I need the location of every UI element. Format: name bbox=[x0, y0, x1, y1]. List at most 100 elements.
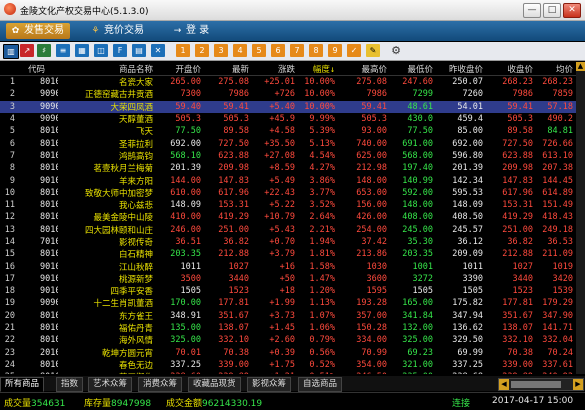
table-row[interactable]: 14 701001 影视传奇 36.51 36.82 +0.70 1.94% 37.42 35.… bbox=[0, 236, 576, 248]
code-cell: 801025 bbox=[40, 359, 58, 370]
tab-art-crowdfunding[interactable]: 艺术众筹 bbox=[88, 377, 133, 392]
scroll-left-arrow-icon[interactable]: ◀ bbox=[499, 379, 509, 390]
tab-all-products[interactable]: 所有商品 bbox=[0, 377, 45, 392]
col-index[interactable] bbox=[0, 62, 18, 76]
table-icon[interactable]: ▦ bbox=[75, 44, 89, 57]
change-cell: +1.21 bbox=[252, 371, 298, 374]
sort6-icon[interactable]: 6 bbox=[271, 44, 285, 57]
trend-icon[interactable]: ↗ bbox=[20, 44, 34, 57]
avg-cell: 211.09 bbox=[542, 249, 573, 260]
col-high[interactable]: 最高价 bbox=[338, 62, 390, 76]
x-icon[interactable]: ✕ bbox=[151, 44, 165, 57]
sort9-icon[interactable]: 9 bbox=[328, 44, 342, 57]
table-row[interactable]: 24 801025 春色无边 337.25 339.00 +1.75 0.52% 354.00… bbox=[0, 359, 576, 371]
sort3-icon[interactable]: 3 bbox=[214, 44, 228, 57]
col-name[interactable]: 商品名称 bbox=[58, 62, 156, 76]
tab-bidding-trading[interactable]: ⚘ 竞价交易 bbox=[86, 23, 150, 39]
scroll-thumb[interactable] bbox=[511, 381, 561, 388]
sort1-icon[interactable]: 1 bbox=[176, 44, 190, 57]
table-row[interactable]: 10 801008 致敬大师中加密梦 610.00 617.96 +22.43 3.77% 6… bbox=[0, 187, 576, 199]
table-row[interactable]: 4 909002 天醇董酒 505.3 505.3 +45.9 9.99% 505.3 430.… bbox=[0, 113, 576, 125]
table-row[interactable]: 18 901001 四季平安香 1505 1523 +18 1.20% 1595 1505 150… bbox=[0, 285, 576, 297]
sort7-icon[interactable]: 7 bbox=[290, 44, 304, 57]
maximize-button[interactable]: □ bbox=[543, 3, 561, 18]
kline-icon[interactable]: ▥ bbox=[3, 44, 19, 59]
sort8-icon[interactable]: 8 bbox=[309, 44, 323, 57]
tick-icon[interactable]: ♯ bbox=[37, 44, 51, 57]
tab-watchlist[interactable]: 自选商品 bbox=[298, 377, 343, 392]
table-row[interactable]: 12 801007 最美金陵中山陵 410.00 419.29 +10.79 2.64% 42… bbox=[0, 211, 576, 223]
change-cell: +2.60 bbox=[269, 335, 295, 346]
table-row[interactable]: 17 901015 桃源新梦 3500 3440 +50 1.47% 3600 3272 3390… bbox=[0, 273, 576, 285]
low-cell: 1001 bbox=[412, 261, 433, 272]
table-row[interactable]: 6 801018 圣菲拉利 692.00 727.50 +35.50 5.13% 740.00… bbox=[0, 137, 576, 150]
check-icon[interactable]: ✓ bbox=[347, 44, 361, 57]
tab-film-crowdfunding[interactable]: 影视众筹 bbox=[247, 377, 292, 392]
tab-primary-trading[interactable]: ✿ 发售交易 bbox=[6, 23, 70, 39]
table-row[interactable]: 7 801021 鸿鹄高钧 568.10 623.88 +27.08 4.54% 625.00… bbox=[0, 150, 576, 162]
close-cell: 1523 bbox=[512, 286, 533, 297]
edit-icon[interactable]: ✎ bbox=[366, 44, 380, 57]
pct-cell: 3.86% bbox=[309, 175, 335, 186]
pct-cell: 5.39% bbox=[309, 126, 335, 137]
col-last[interactable]: 最新 bbox=[204, 62, 252, 76]
change-cell: +27.08 bbox=[264, 150, 295, 161]
vertical-scrollbar[interactable]: ▲ bbox=[576, 62, 585, 374]
list-icon[interactable]: ≡ bbox=[56, 44, 70, 57]
table-row[interactable]: 15 801031 白石精神 203.35 212.88 +3.79 1.81% 213.86… bbox=[0, 248, 576, 260]
scroll-right-arrow-icon[interactable]: ▶ bbox=[573, 379, 583, 390]
col-change[interactable]: 涨跌 bbox=[252, 62, 298, 76]
table-row[interactable]: 20 801002 东方雀王 348.91 351.67 +3.73 1.07% 357.00… bbox=[0, 310, 576, 322]
high-cell: 505.3 bbox=[361, 114, 387, 125]
table-row[interactable]: 21 801013 福佑丹青 135.00 138.07 +1.45 1.06% 150.28… bbox=[0, 322, 576, 334]
table-row[interactable]: 11 801009 我心兹悲 148.09 153.31 +5.22 3.52% 156.00… bbox=[0, 199, 576, 211]
chart-icon[interactable]: ▤ bbox=[132, 44, 146, 57]
row-index-cell: 14 bbox=[4, 237, 15, 247]
table-row[interactable]: 23 201004 乾坤方圆元宵 70.01 70.38 +0.39 0.56% 70.99 6… bbox=[0, 347, 576, 359]
table-row[interactable]: 8 801020 茗壹秋月兰梅菊 201.39 209.98 +8.59 4.27% 212.… bbox=[0, 162, 576, 174]
sort4-icon[interactable]: 4 bbox=[233, 44, 247, 57]
row-index-cell: 15 bbox=[4, 249, 15, 260]
sort2-icon[interactable]: 2 bbox=[195, 44, 209, 57]
close-button[interactable]: ✕ bbox=[563, 3, 581, 18]
col-low[interactable]: 最低价 bbox=[390, 62, 436, 76]
table-row[interactable]: 5 801004 飞天 77.50 89.58 +4.58 5.39% 93.00 77.50 8… bbox=[0, 125, 576, 137]
col-prev-close[interactable]: 昨收盘价 bbox=[436, 62, 486, 76]
tab-index[interactable]: 指数 bbox=[56, 377, 84, 392]
table-row[interactable]: 3909005大荣四凤酒59.4059.41+5.4010.00%59.4148… bbox=[0, 100, 576, 113]
scroll-up-arrow-icon[interactable]: ▲ bbox=[576, 62, 585, 71]
low-cell: 325.00 bbox=[402, 335, 433, 346]
table-row[interactable]: 1 801008 名瓷大家 265.00 275.08 +25.01 10.00% 275.0… bbox=[0, 76, 576, 89]
tab-login[interactable]: → 登 录 bbox=[168, 23, 215, 39]
horizontal-scrollbar[interactable]: ◀ ▶ bbox=[498, 378, 584, 391]
window-controls: — □ ✕ bbox=[523, 3, 581, 18]
last-cell: 138.07 bbox=[218, 323, 249, 334]
col-code[interactable]: 代码 bbox=[18, 62, 58, 76]
change-cell: +0.70 bbox=[269, 237, 295, 247]
prev-close-cell: 175.82 bbox=[452, 298, 483, 309]
table-row[interactable]: 22 801011 海外风情 325.00 332.10 +2.60 0.79% 334.00… bbox=[0, 334, 576, 346]
gear-icon[interactable]: ⚙ bbox=[389, 44, 403, 57]
tab-collectibles-spot[interactable]: 收藏品现货 bbox=[188, 377, 241, 392]
detail-icon[interactable]: ◫ bbox=[94, 44, 108, 57]
table-row[interactable]: 16 901010 江山秋醉 1011 1027 +16 1.58% 1030 1001 1011… bbox=[0, 260, 576, 273]
table-row[interactable]: 19 909004 十二生肖凯董酒 170.00 177.81 +1.99 1.13% 193… bbox=[0, 297, 576, 309]
name-cell: 最美金陵中山陵 bbox=[93, 213, 153, 224]
minimize-button[interactable]: — bbox=[523, 3, 541, 18]
table-row[interactable]: 2 909001 正德窑藏古井贡酒 7300 7986 +726 10.00% 7986 729… bbox=[0, 88, 576, 100]
col-close[interactable]: 收盘价 bbox=[486, 62, 536, 76]
table-row[interactable]: 13 801003 四大园林颐和山庄 246.00 251.00 +5.43 2.21% 25… bbox=[0, 224, 576, 236]
col-open[interactable]: 开盘价 bbox=[156, 62, 204, 76]
name-cell: 影视传奇 bbox=[118, 238, 153, 248]
table-row[interactable]: 9 901011 羊来方阳 144.00 147.83 +5.49 3.86% 148.00 1… bbox=[0, 174, 576, 187]
f10-icon[interactable]: F bbox=[113, 44, 127, 57]
login-arrow-icon: → bbox=[173, 26, 182, 36]
close-cell: 209.98 bbox=[502, 163, 533, 174]
sort5-icon[interactable]: 5 bbox=[252, 44, 266, 57]
col-pct[interactable]: 幅度↓ bbox=[298, 62, 338, 76]
col-avg[interactable]: 均价 bbox=[536, 62, 576, 76]
tab-consumer-crowdfunding[interactable]: 消费众筹 bbox=[138, 377, 183, 392]
high-cell: 93.00 bbox=[361, 126, 387, 137]
table-row[interactable]: 25801020苏工御作238.60239.89+1.210.51%246.50… bbox=[0, 371, 576, 374]
avg-cell: 179.29 bbox=[542, 298, 573, 309]
